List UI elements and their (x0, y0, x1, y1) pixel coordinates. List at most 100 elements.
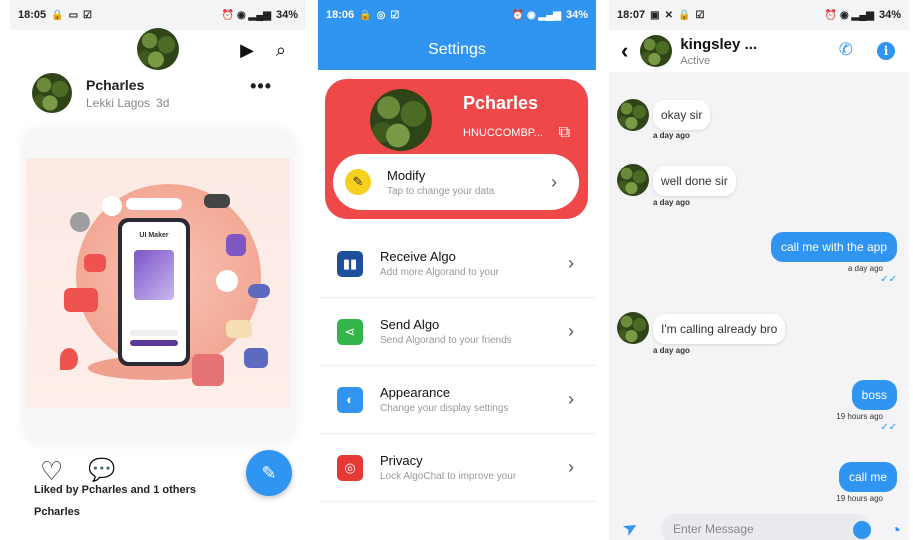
palette-icon: ◐ (337, 386, 363, 413)
profile-id: HNUCCOMBP... (463, 127, 543, 139)
likes-text: Liked by Pcharles and 1 others (34, 484, 197, 496)
back-arrow-icon[interactable]: ‹ (621, 38, 628, 64)
copy-icon[interactable]: ⧉ (559, 124, 570, 142)
compose-button[interactable]: ✎ (246, 450, 292, 496)
settings-screen: 18:06 🔒 ◎ ☑ ⏰ ◉ ▂▄▆ 34% Settings Pcharles HN… (318, 0, 596, 540)
settings-row-privacy[interactable]: ◎ Privacy Lock AlgoChat to improve your › (318, 434, 596, 502)
share-icon: ⋖ (337, 318, 363, 345)
row-subtitle: Lock AlgoChat to improve your (380, 471, 517, 482)
post-author-avatar[interactable] (32, 73, 72, 113)
mail-icon (226, 320, 252, 338)
read-ticks-icon: ✓✓ (880, 274, 897, 285)
lock-icon: 🔒 (677, 9, 691, 21)
video-icon[interactable]: ▶ (240, 40, 254, 61)
message-time: a day ago (653, 131, 690, 140)
gear-icon (70, 212, 90, 232)
message-bubble-incoming: okay sir (653, 100, 711, 130)
message-bubble-incoming: I'm calling already bro (653, 314, 786, 344)
contact-status: Active (680, 54, 711, 67)
signal-icon: ⏰ ◉ ▂▄▆ (511, 9, 561, 21)
chevron-right-icon: › (551, 171, 557, 192)
row-subtitle: Send Algorand to your friends (380, 335, 512, 346)
post-location: Lekki Lagos (86, 95, 151, 110)
message-time: 19 hours ago (836, 494, 883, 503)
post-image[interactable]: UI Maker (26, 158, 290, 408)
app-icon: ☑ (83, 9, 93, 21)
post-header: Pcharles Lekki Lagos 3d ••• (10, 70, 306, 114)
message-input-placeholder: Enter Message (673, 522, 754, 536)
row-title: Send Algo (380, 317, 440, 332)
search-bar-illustration (126, 198, 182, 210)
row-subtitle: Change your display settings (380, 403, 509, 414)
play-icon (84, 254, 106, 272)
post-author-name[interactable]: Pcharles (86, 77, 169, 93)
like-heart-icon[interactable]: ♡ (40, 456, 63, 487)
whatsapp-icon: ◎ (376, 9, 386, 21)
toggle-icon (248, 284, 270, 298)
tool-icon: ✕ (664, 9, 673, 21)
row-title: Receive Algo (380, 249, 456, 264)
message-time: a day ago (847, 264, 883, 273)
pencil-icon: ✎ (345, 169, 371, 195)
screenshot-collage: 18:05 🔒 ▭ ☑ ⏰ ◉ ▂▄▆ 34% ▶ ⌕ Pcharles Lekki L… (0, 0, 913, 540)
profile-card: Pcharles HNUCCOMBP... ⧉ ✎ Modify Tap to … (325, 79, 588, 219)
lock-icon: 🔒 (51, 9, 64, 21)
contact-name[interactable]: kingsley ... (680, 36, 757, 53)
settings-row-send-algo[interactable]: ⋖ Send Algo Send Algorand to your friends… (318, 298, 596, 366)
send-icon[interactable]: ➤ (619, 516, 643, 540)
battery-level: 34% (565, 9, 588, 21)
row-title: Appearance (380, 385, 451, 400)
more-options-icon[interactable]: ••• (250, 76, 272, 97)
status-time: 18:05 (18, 9, 47, 21)
search-icon[interactable]: ⌕ (276, 40, 286, 61)
user-avatar[interactable] (137, 28, 179, 70)
shield-icon (226, 234, 246, 256)
status-time: 18:07 (617, 9, 646, 21)
chevron-right-icon: › (568, 321, 574, 341)
status-bar: 18:05 🔒 ▭ ☑ ⏰ ◉ ▂▄▆ 34% (10, 0, 306, 30)
barcode-icon: ▮▮ (337, 250, 363, 277)
app-icon: ☑ (390, 9, 400, 21)
settings-row-appearance[interactable]: ◐ Appearance Change your display settings… (318, 366, 596, 434)
location-icon (102, 196, 122, 216)
image-title: UI Maker (139, 232, 169, 239)
chevron-right-icon: › (568, 457, 574, 477)
app-icon: ☑ (695, 9, 705, 21)
row-title: Privacy (380, 453, 423, 468)
row-subtitle: Add more Algorand to your (380, 267, 499, 278)
post-meta: Lekki Lagos 3d (86, 96, 169, 110)
info-icon[interactable]: i (877, 42, 895, 60)
profile-name: Pcharles (463, 93, 539, 113)
chevron-right-icon: › (568, 389, 574, 409)
signal-icon: ⏰ ◉ ▂▄▆ (221, 9, 271, 21)
settings-row-receive-algo[interactable]: ▮▮ Receive Algo Add more Algorand to your… (318, 230, 596, 298)
list-icon (64, 288, 98, 312)
like-icon (244, 348, 268, 368)
message-bubble-outgoing: call me (838, 462, 897, 492)
profile-avatar[interactable] (370, 89, 432, 151)
caption-author: Pcharles (34, 506, 80, 518)
contact-avatar[interactable] (640, 35, 673, 67)
message-bubble-outgoing: call me with the app (770, 232, 897, 262)
chat-header: ‹ kingsley ... Active ✆ i (609, 30, 909, 72)
feed-screen: 18:05 🔒 ▭ ☑ ⏰ ◉ ▂▄▆ 34% ▶ ⌕ Pcharles Lekki L… (10, 0, 306, 540)
cast-icon: ▭ (68, 9, 79, 21)
pencil-icon: ✎ (261, 462, 277, 483)
emoji-icon[interactable] (853, 521, 871, 539)
status-time: 18:06 (326, 9, 355, 21)
lock-icon: 🔒 (359, 9, 372, 21)
signal-icon: ⏰ ◉ ▂▄▆ (824, 9, 874, 21)
image-icon: ▣ (650, 9, 660, 21)
phone-illustration: UI Maker (118, 218, 190, 366)
call-icon[interactable]: ✆ (839, 40, 853, 60)
sender-avatar (617, 164, 649, 196)
modify-subtitle: Tap to change your data (387, 185, 495, 197)
fingerprint-icon: ◎ (337, 454, 363, 481)
modify-title: Modify (387, 167, 426, 183)
modify-profile-button[interactable]: ✎ Modify Tap to change your data › (333, 154, 579, 210)
message-input[interactable]: Enter Message (661, 514, 871, 540)
comment-icon[interactable]: 💬 (88, 457, 115, 483)
pin-icon (60, 348, 78, 370)
battery-level: 34% (275, 9, 298, 21)
palette-icon[interactable]: ◔ (890, 520, 901, 540)
